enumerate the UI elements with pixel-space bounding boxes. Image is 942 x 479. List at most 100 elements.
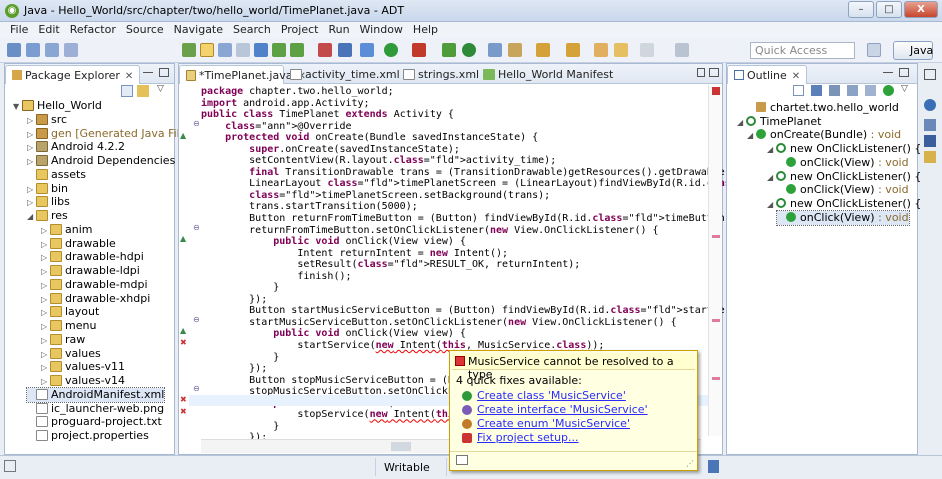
popup-config-icon[interactable] [456, 455, 468, 465]
menu-run[interactable]: Run [323, 22, 354, 36]
tab-package-explorer[interactable]: Package Explorer ✕ [5, 65, 141, 84]
tree-item[interactable]: assets [27, 168, 86, 182]
new-class-icon[interactable] [462, 43, 476, 57]
tree-item[interactable]: ic_launcher-web.png [27, 402, 164, 416]
tree-item[interactable]: ▷ src [27, 113, 67, 127]
android-avd-icon[interactable] [272, 43, 286, 57]
outline-item[interactable]: ◢ new OnClickListener() {...} [767, 170, 939, 184]
java-perspective-button[interactable]: Java [893, 41, 933, 60]
lint-icon[interactable] [290, 43, 304, 57]
outline-item[interactable]: onClick(View) : void [777, 156, 909, 170]
save-all-icon[interactable] [45, 43, 59, 57]
minimize-button[interactable]: – [848, 1, 874, 18]
tree-item[interactable]: ▼ Hello_World [13, 99, 102, 113]
minimize-view-icon[interactable] [697, 68, 705, 77]
tree-item[interactable]: ▷ Android Dependencies [27, 154, 175, 168]
collapse-all-icon[interactable] [121, 85, 133, 97]
create-class-link[interactable]: Create class 'MusicService' [477, 389, 626, 402]
tree-item[interactable]: ▷ values-v11 [41, 360, 125, 374]
resize-grip-icon[interactable]: ⋰ [686, 459, 694, 468]
close-icon[interactable]: ✕ [125, 71, 133, 82]
save-icon[interactable] [26, 43, 40, 57]
link-with-editor-icon[interactable] [137, 85, 149, 97]
create-enum-link[interactable]: Create enum 'MusicService' [477, 417, 630, 430]
create-interface-link[interactable]: Create interface 'MusicService' [477, 403, 648, 416]
tree-item[interactable]: AndroidManifest.xml [25, 386, 166, 403]
maximize-view-icon[interactable] [709, 68, 719, 77]
tab-activity-time-xml[interactable]: activity_time.xml [284, 65, 406, 84]
print-icon[interactable] [64, 43, 78, 57]
menu-project[interactable]: Project [276, 22, 324, 36]
skip-breakpoints-icon[interactable] [318, 43, 332, 57]
menu-file[interactable]: File [0, 22, 33, 36]
error-annotation-marker[interactable] [712, 235, 720, 238]
tree-item[interactable]: ▷ drawable-mdpi [41, 278, 148, 292]
collapse-all-icon[interactable] [793, 85, 804, 96]
error-summary-icon[interactable] [712, 87, 720, 95]
menu-search[interactable]: Search [228, 22, 276, 36]
view-menu-icon[interactable]: ▽ [157, 84, 164, 94]
outline-item[interactable]: onClick(View) : void [777, 183, 909, 197]
tree-item[interactable]: ▷ menu [41, 319, 96, 333]
minimize-view-icon[interactable] [883, 72, 893, 75]
open-perspective-icon[interactable] [867, 43, 881, 57]
fast-view-icon[interactable] [4, 460, 16, 472]
highlight-icon[interactable] [200, 43, 214, 57]
menu-navigate[interactable]: Navigate [169, 22, 228, 36]
outline-item[interactable]: onClick(View) : void [776, 209, 910, 226]
tree-item[interactable]: ▷ bin [27, 182, 68, 196]
menu-edit[interactable]: Edit [33, 22, 64, 36]
menu-refactor[interactable]: Refactor [65, 22, 121, 36]
fold-icon[interactable]: ⊖ [193, 384, 200, 393]
maximize-view-icon[interactable] [899, 68, 909, 77]
tree-item[interactable]: ▷ drawable-xhdpi [41, 292, 150, 306]
expand-toggle-icon[interactable]: ◢ [767, 143, 776, 157]
expand-toggle-icon[interactable]: ◢ [767, 198, 776, 212]
tree-item[interactable]: ▷ values-v14 [41, 374, 125, 388]
tab-strings-xml[interactable]: strings.xml [397, 65, 485, 84]
fix-project-setup-link[interactable]: Fix project setup... [477, 431, 579, 444]
tree-item[interactable]: ▷ libs [27, 195, 70, 209]
outline-item[interactable]: chartet.two.hello_world [747, 101, 899, 115]
tree-item[interactable]: ▷ drawable [41, 237, 116, 251]
fold-icon[interactable]: ⊖ [193, 119, 200, 128]
new-java-project-icon[interactable] [442, 43, 456, 57]
hide-fields-icon[interactable] [829, 85, 840, 96]
expand-toggle-icon[interactable]: ◢ [27, 210, 36, 224]
tree-item[interactable]: ▷ drawable-hdpi [41, 250, 144, 264]
tree-item[interactable]: ▷ drawable-ldpi [41, 264, 140, 278]
tree-item[interactable]: ▷ anim [41, 223, 92, 237]
menu-help[interactable]: Help [408, 22, 443, 36]
tree-item[interactable]: proguard-project.txt [27, 415, 162, 429]
device-icon[interactable] [254, 43, 268, 57]
expand-toggle-icon[interactable]: ◢ [737, 116, 746, 130]
view-menu-icon[interactable]: ▽ [901, 84, 908, 94]
block-selection-icon[interactable] [218, 43, 232, 57]
tab-timeplanet-java[interactable]: *TimePlanet.java✕ [179, 65, 306, 84]
next-annotation-icon[interactable] [536, 43, 550, 57]
tab-outline[interactable]: Outline ✕ [727, 65, 808, 84]
tree-item[interactable]: ▷ Android 4.2.2 [27, 140, 125, 154]
hide-static-icon[interactable] [847, 85, 858, 96]
menu-source[interactable]: Source [121, 22, 169, 36]
fold-icon[interactable]: ⊖ [193, 315, 200, 324]
scrollbar-thumb[interactable] [391, 442, 411, 451]
maximize-view-icon[interactable] [159, 68, 169, 77]
last-edit-icon[interactable] [594, 43, 608, 57]
minimize-view-icon[interactable] [143, 72, 153, 75]
expand-toggle-icon[interactable]: ◢ [767, 171, 776, 185]
trash-icon[interactable] [708, 460, 719, 473]
sort-icon[interactable] [811, 85, 822, 96]
outline-item[interactable]: ◢ TimePlanet [737, 115, 821, 129]
error-annotation-marker[interactable] [712, 377, 720, 380]
outline-item[interactable]: ◢ new OnClickListener() {...} [767, 197, 939, 211]
outline-item[interactable]: ◢ onCreate(Bundle) : void [747, 128, 901, 142]
declaration-icon[interactable] [924, 119, 936, 131]
expand-toggle-icon[interactable]: ◢ [747, 129, 756, 143]
error-annotation-marker[interactable] [712, 319, 720, 322]
pin-icon[interactable] [675, 43, 689, 57]
menu-window[interactable]: Window [355, 22, 408, 36]
run-icon[interactable] [384, 43, 398, 57]
hide-nonpublic-icon[interactable] [865, 85, 876, 96]
show-whitespace-icon[interactable] [236, 43, 250, 57]
